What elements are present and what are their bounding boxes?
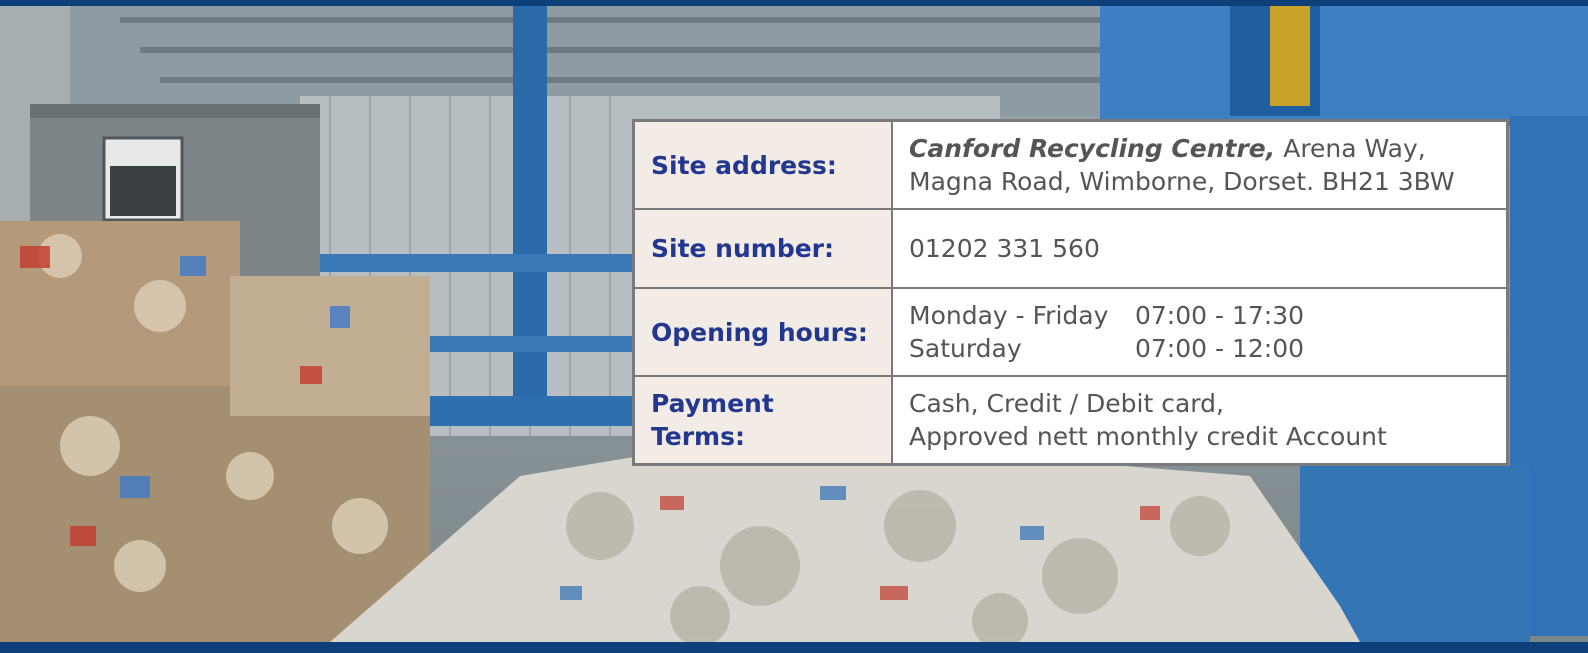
opening-hours-row: Opening hours: Monday - Friday 07:00 - 1… <box>633 287 1508 377</box>
payment-terms-line1: Cash, Credit / Debit card, <box>909 389 1224 418</box>
hours-time: 07:00 - 12:00 <box>1135 334 1305 363</box>
hours-line-saturday: Saturday 07:00 - 12:00 <box>909 332 1490 365</box>
site-address-line1-rest: Arena Way, <box>1275 134 1426 163</box>
opening-hours-label: Opening hours: <box>633 287 893 377</box>
site-name: Canford Recycling Centre, <box>909 134 1276 163</box>
hours-day: Saturday <box>909 334 1022 363</box>
site-address-line2: Magna Road, Wimborne, Dorset. BH21 3BW <box>909 167 1455 196</box>
payment-terms-label: Payment Terms: <box>633 375 893 465</box>
site-info-table: Site address: Canford Recycling Centre, … <box>633 120 1508 465</box>
site-address-value: Canford Recycling Centre, Arena Way, Mag… <box>891 120 1508 210</box>
site-number-value: 01202 331 560 <box>891 208 1508 289</box>
page-frame: Site address: Canford Recycling Centre, … <box>0 0 1588 653</box>
hours-time: 07:00 - 17:30 <box>1135 301 1305 330</box>
site-number-row: Site number: 01202 331 560 <box>633 208 1508 289</box>
site-address-label: Site address: <box>633 120 893 210</box>
site-address-line1: Canford Recycling Centre, Arena Way, <box>909 132 1490 165</box>
opening-hours-value: Monday - Friday 07:00 - 17:30 Saturday 0… <box>891 287 1508 377</box>
payment-terms-value: Cash, Credit / Debit card, Approved nett… <box>891 375 1508 465</box>
site-number-label: Site number: <box>633 208 893 289</box>
payment-terms-row: Payment Terms: Cash, Credit / Debit card… <box>633 375 1508 465</box>
hours-day: Monday - Friday <box>909 301 1109 330</box>
hours-line-weekday: Monday - Friday 07:00 - 17:30 <box>909 299 1490 332</box>
site-address-row: Site address: Canford Recycling Centre, … <box>633 120 1508 210</box>
payment-terms-line2: Approved nett monthly credit Account <box>909 422 1387 451</box>
